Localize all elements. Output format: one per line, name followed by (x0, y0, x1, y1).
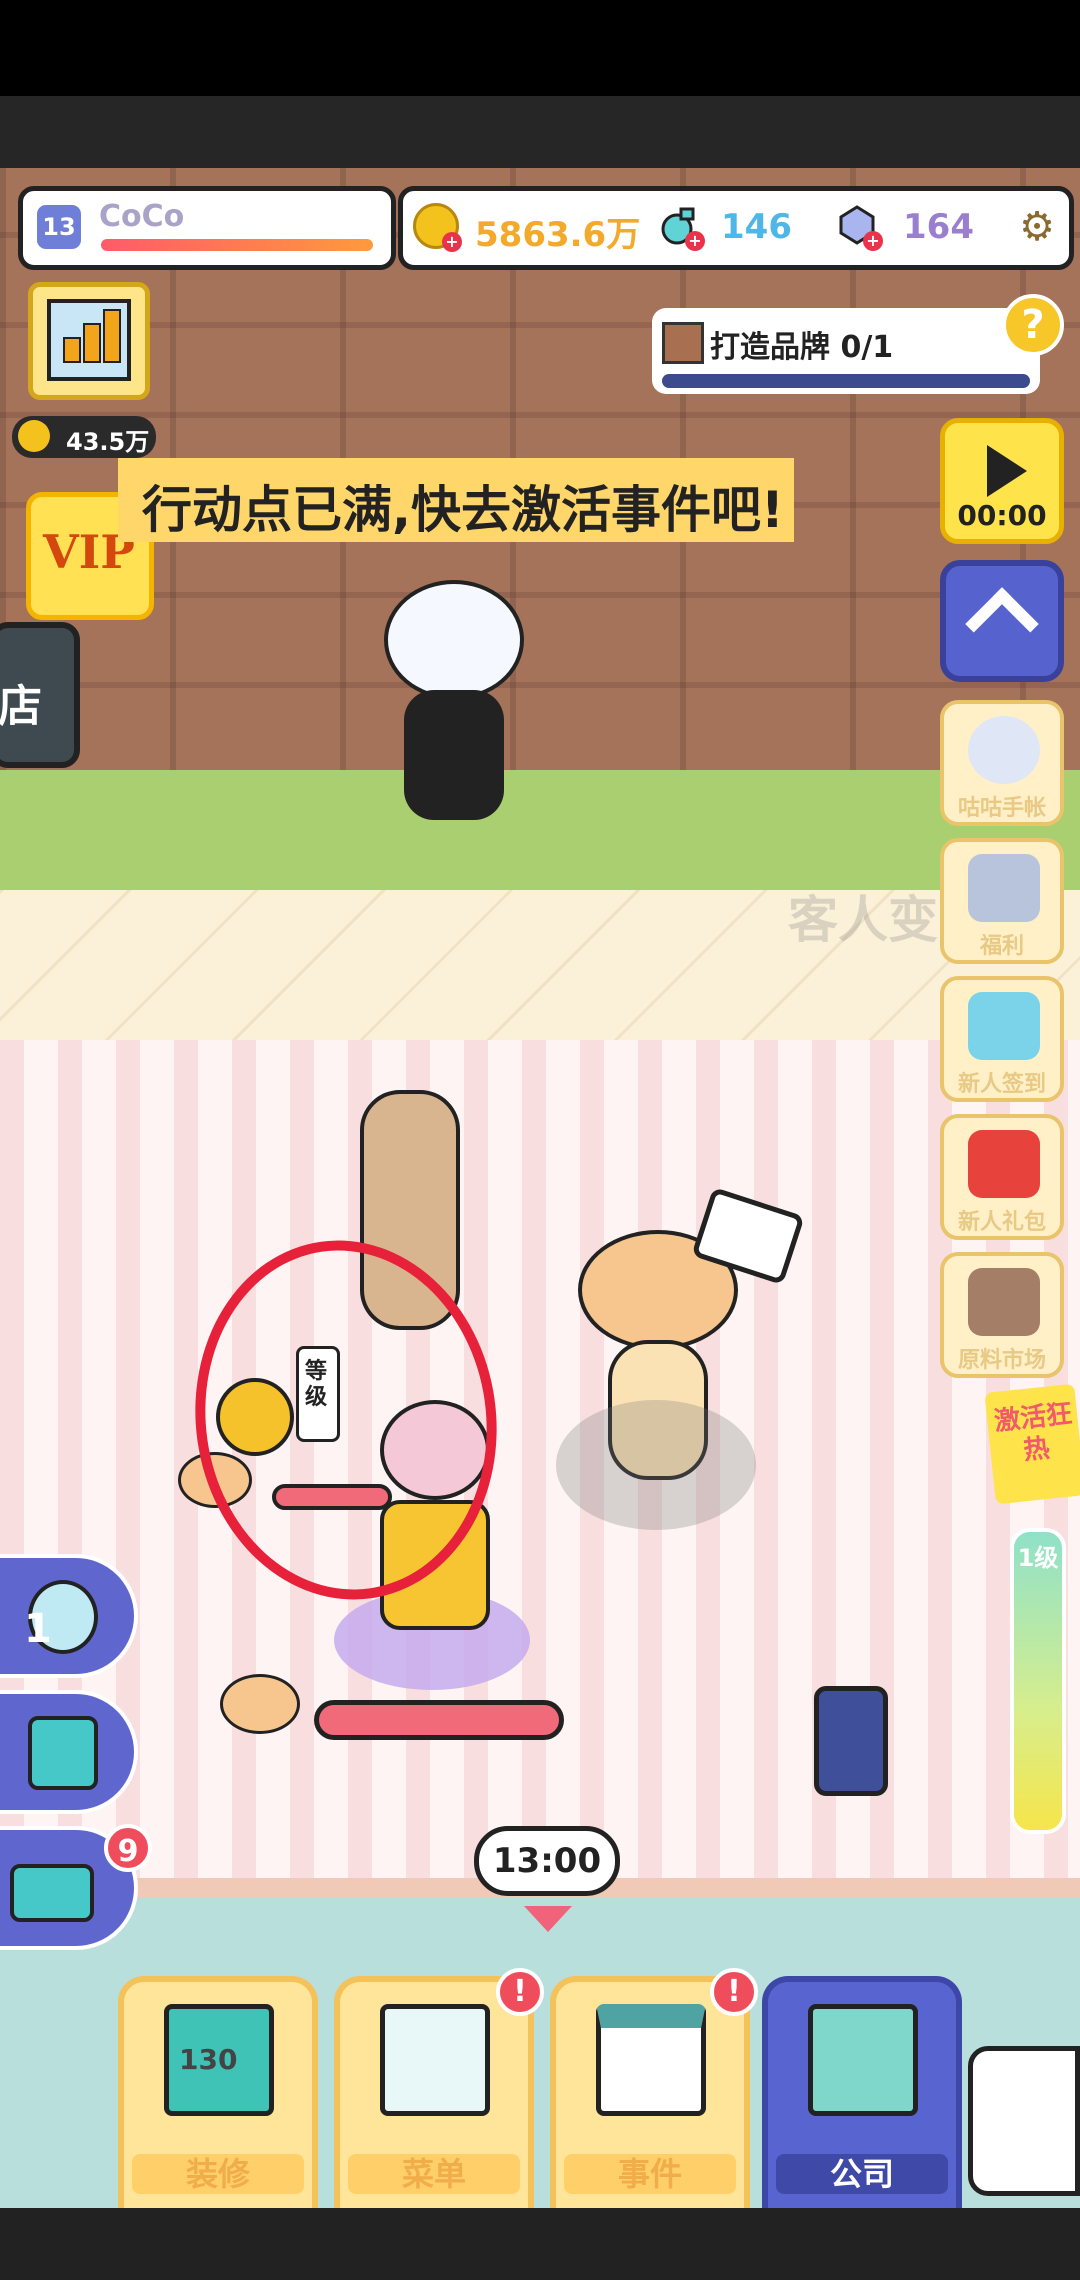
coin-icon[interactable]: + (413, 203, 462, 252)
meter-label: 1级 (1017, 1544, 1059, 1572)
ghost-text: 客人变 (788, 891, 938, 949)
settings-gear-icon[interactable]: ⚙ (1015, 205, 1059, 249)
quest-progress-bar (662, 374, 1030, 388)
player-panel[interactable]: 13 CoCo (18, 186, 396, 270)
quest-tracker[interactable]: 打造品牌 0/1 (652, 308, 1040, 394)
top-gap (0, 96, 1080, 168)
stove-icon[interactable] (814, 1686, 888, 1796)
income-badge: 43.5万 (12, 416, 156, 458)
tab-company[interactable]: 公司 (762, 1976, 962, 2208)
tab-label: 菜单 (348, 2154, 520, 2194)
decorate-count: 130 (179, 2043, 238, 2076)
bottle-button[interactable] (0, 1690, 138, 1814)
clock-time: 13:00 (492, 1841, 602, 1881)
gift-icon (968, 1130, 1040, 1198)
side-item-label: 原料市场 (957, 1348, 1046, 1373)
tab-label: 装修 (132, 2154, 304, 2194)
welfare-cat-icon (968, 854, 1040, 922)
tab-label: 事件 (564, 2154, 736, 2194)
inbox-badge: 9 (104, 1824, 152, 1872)
menu-paper-icon (380, 2004, 490, 2116)
tab-decorate[interactable]: 130 装修 (118, 1976, 318, 2208)
maid-cat-character[interactable] (384, 580, 524, 830)
status-bar (0, 0, 1080, 96)
collapse-menu-button[interactable] (940, 560, 1064, 682)
quest-label: 打造品牌 0/1 (710, 330, 894, 365)
brand-frame-icon (662, 322, 704, 364)
calendar-board-icon (596, 2004, 706, 2116)
shop-label: 店 (0, 681, 42, 732)
magnifier-button[interactable] (0, 1554, 138, 1678)
side-item-journal[interactable]: 咕咕手帐 (940, 700, 1064, 826)
small-cat-icon-2 (220, 1674, 300, 1734)
chevron-up-icon (965, 587, 1039, 661)
side-item-market[interactable]: 原料市场 (940, 1252, 1064, 1378)
side-item-label: 福利 (979, 934, 1024, 959)
calendar-icon (968, 992, 1040, 1060)
kitchen-room (0, 1040, 1080, 1880)
resource-panel: + 5863.6万 + 146 + 164 ⚙ (398, 186, 1074, 270)
maid-dress (404, 690, 504, 820)
market-crate-icon (968, 1268, 1040, 1336)
shop-button[interactable]: 店 (0, 622, 80, 768)
hype-tag[interactable]: 激活狂热 (984, 1383, 1080, 1505)
add-potion-icon[interactable]: + (685, 231, 705, 251)
add-coins-icon[interactable]: + (442, 232, 462, 252)
play-video-button[interactable]: 00:00 (940, 418, 1064, 544)
side-item-welfare[interactable]: 福利 (940, 838, 1064, 964)
progress-bar-bottom (314, 1700, 564, 1740)
notice-text: 行动点已满,快去激活事件吧! (142, 481, 784, 539)
cash-register-icon (808, 2004, 918, 2116)
paint-bucket-icon: 130 (164, 2004, 274, 2116)
income-value: 43.5万 (66, 428, 150, 456)
player-exp-bar (101, 239, 373, 251)
hype-meter: 1级 (1010, 1528, 1066, 1834)
video-timer: 00:00 (957, 499, 1047, 532)
player-level-badge: 13 (37, 205, 81, 249)
inbox-icon (10, 1864, 94, 1922)
shop-floor (0, 770, 1080, 890)
hype-label: 激活狂热 (992, 1399, 1074, 1467)
player-name: CoCo (99, 199, 185, 234)
journal-icon (968, 716, 1040, 784)
maid-cat-head (384, 580, 524, 700)
side-item-label: 新人签到 (957, 1072, 1046, 1097)
magnifier-count: 1 (24, 1606, 52, 1652)
notice-banner: 行动点已满,快去激活事件吧! (118, 458, 794, 542)
side-item-gift[interactable]: 新人礼包 (940, 1114, 1064, 1240)
side-item-label: 新人礼包 (957, 1210, 1046, 1235)
menu-alert-badge: ! (496, 1968, 544, 2016)
gem-icon[interactable]: + (837, 205, 883, 251)
bottle-icon (28, 1716, 98, 1790)
help-icon[interactable]: ? (1002, 294, 1064, 356)
coin-amount: 5863.6万 (475, 215, 641, 255)
tab-label: 公司 (776, 2154, 948, 2194)
newspaper-icon[interactable] (968, 2046, 1080, 2196)
orange-cat-shadow (556, 1400, 756, 1530)
tab-menu[interactable]: 菜单 (334, 1976, 534, 2208)
potion-amount: 146 (721, 207, 792, 247)
clock-pointer-icon (524, 1906, 572, 1932)
bar-chart-icon (47, 299, 131, 381)
potion-icon[interactable]: + (659, 205, 705, 251)
play-icon (987, 445, 1027, 497)
side-item-label: 咕咕手帐 (957, 796, 1046, 821)
side-item-checkin[interactable]: 新人签到 (940, 976, 1064, 1102)
events-alert-badge: ! (710, 1968, 758, 2016)
gem-amount: 164 (903, 207, 974, 247)
stats-button[interactable] (28, 282, 150, 400)
game-clock: 13:00 (474, 1826, 620, 1896)
add-gem-icon[interactable]: + (863, 231, 883, 251)
system-nav-bar (0, 2208, 1080, 2280)
income-coin-icon (18, 420, 50, 452)
